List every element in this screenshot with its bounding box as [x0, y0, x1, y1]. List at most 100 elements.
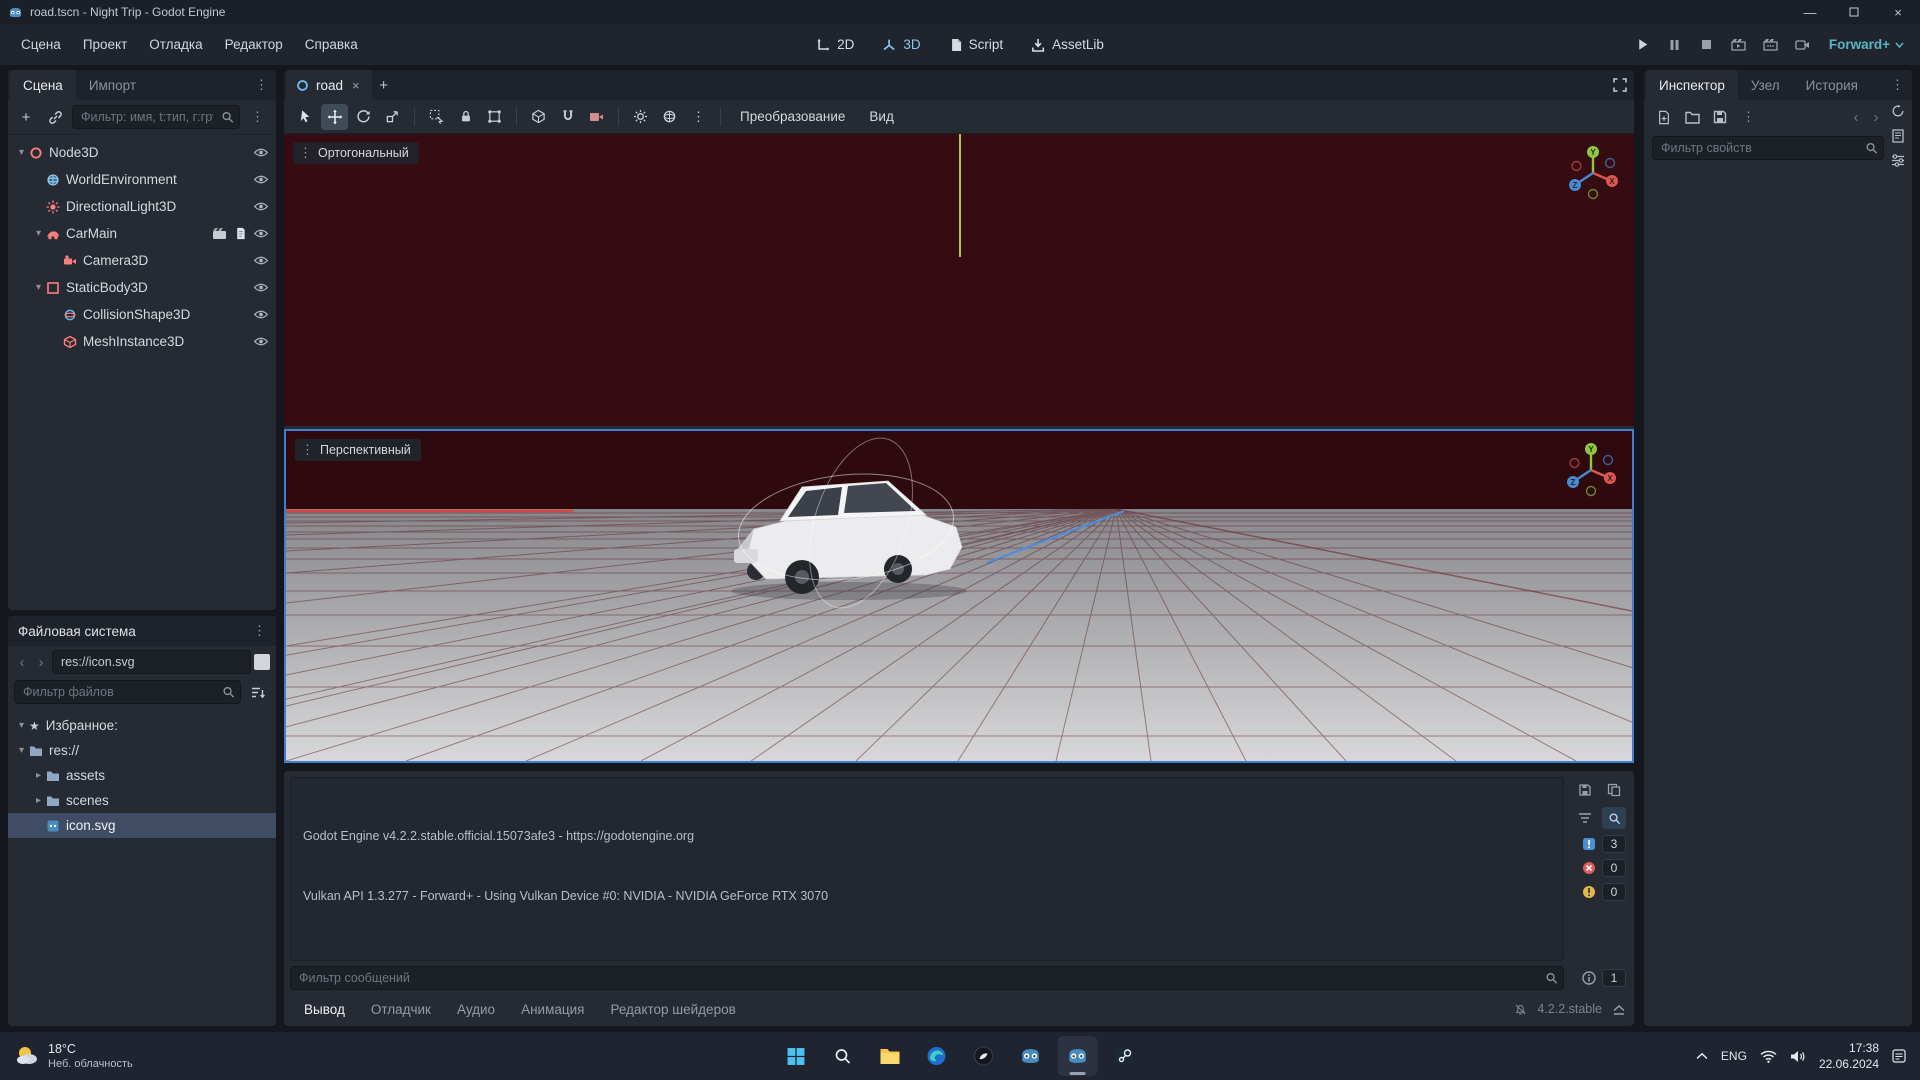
- rotate-tool[interactable]: [350, 104, 377, 130]
- tree-row[interactable]: Camera3D: [8, 247, 276, 274]
- expand-arrow[interactable]: ▾: [31, 282, 46, 293]
- expand-arrow[interactable]: ▾: [14, 745, 29, 756]
- sort-files-icon[interactable]: [246, 680, 270, 704]
- notification-center-icon[interactable]: [1892, 1049, 1906, 1063]
- search-messages-icon[interactable]: [1602, 807, 1626, 829]
- volume-icon[interactable]: [1790, 1050, 1806, 1063]
- close-tab-icon[interactable]: ×: [350, 78, 362, 93]
- tray-chevron-up-icon[interactable]: [1696, 1052, 1708, 1060]
- file-explorer-icon[interactable]: [870, 1036, 910, 1076]
- play-scene-button[interactable]: [1727, 33, 1751, 57]
- list-select-tool[interactable]: [423, 104, 450, 130]
- tab-history[interactable]: История: [1793, 70, 1871, 100]
- notifications-muted-icon[interactable]: [1514, 1003, 1527, 1016]
- load-resource-icon[interactable]: [1680, 105, 1704, 129]
- clock-widget[interactable]: 17:38 22.06.2024: [1819, 1040, 1879, 1072]
- history-back-icon[interactable]: ‹: [1848, 109, 1864, 126]
- collapse-duplicates-icon[interactable]: [1573, 807, 1597, 829]
- dock-options-icon[interactable]: ⋮: [247, 623, 272, 639]
- toggle-bottom-panel-icon[interactable]: [1612, 1003, 1626, 1015]
- tree-row[interactable]: ▾ Node3D: [8, 139, 276, 166]
- visibility-eye-icon[interactable]: [253, 201, 269, 212]
- expand-arrow[interactable]: ▾: [31, 228, 46, 239]
- play-custom-scene-button[interactable]: [1759, 33, 1783, 57]
- tab-output[interactable]: Вывод: [292, 997, 357, 1022]
- workspace-assetlib-button[interactable]: AssetLib: [1021, 32, 1114, 57]
- extra-options-icon[interactable]: ⋮: [685, 104, 712, 130]
- snap-icon[interactable]: [554, 104, 581, 130]
- view-label-chip[interactable]: ⋮ Ортогональный: [293, 142, 419, 164]
- expand-arrow[interactable]: ▸: [31, 770, 46, 781]
- instance-scene-button[interactable]: [43, 105, 67, 129]
- tree-row[interactable]: ▾ ★ Избранное:: [8, 713, 276, 738]
- tab-animation[interactable]: Анимация: [509, 997, 596, 1022]
- tab-debugger[interactable]: Отладчик: [359, 997, 443, 1022]
- minimize-button[interactable]: —: [1788, 0, 1832, 24]
- camera-preview-icon[interactable]: [583, 104, 610, 130]
- movie-maker-button[interactable]: [1791, 33, 1815, 57]
- output-console[interactable]: Godot Engine v4.2.2.stable.official.1507…: [290, 777, 1564, 961]
- tree-row[interactable]: DirectionalLight3D: [8, 193, 276, 220]
- visibility-eye-icon[interactable]: [253, 336, 269, 347]
- axis-gizmo[interactable]: Y X Z: [1560, 439, 1622, 501]
- tree-row[interactable]: ▾ StaticBody3D: [8, 274, 276, 301]
- history-forward-icon[interactable]: ›: [1868, 109, 1884, 126]
- group-icon[interactable]: [481, 104, 508, 130]
- tree-row[interactable]: ▸ scenes: [8, 788, 276, 813]
- start-button[interactable]: [776, 1036, 816, 1076]
- new-scene-tab-button[interactable]: +: [372, 73, 396, 97]
- errors-filter-toggle[interactable]: 0: [1568, 859, 1626, 877]
- resource-options-icon[interactable]: ⋮: [1736, 109, 1761, 125]
- menu-scene[interactable]: Сцена: [10, 31, 72, 58]
- manage-properties-icon[interactable]: [1891, 154, 1905, 167]
- tab-shader-editor[interactable]: Редактор шейдеров: [598, 997, 747, 1022]
- instanced-scene-icon[interactable]: [212, 227, 227, 240]
- visibility-eye-icon[interactable]: [253, 255, 269, 266]
- menu-project[interactable]: Проект: [72, 31, 138, 58]
- tree-row[interactable]: ▾ CarMain: [8, 220, 276, 247]
- tab-audio[interactable]: Аудио: [445, 997, 507, 1022]
- lock-icon[interactable]: [452, 104, 479, 130]
- visibility-eye-icon[interactable]: [253, 174, 269, 185]
- stop-button[interactable]: [1695, 33, 1719, 57]
- steam-app-icon[interactable]: [1105, 1036, 1145, 1076]
- nav-forward-icon[interactable]: ›: [33, 654, 49, 671]
- visibility-eye-icon[interactable]: [253, 228, 269, 239]
- tree-row-selected[interactable]: icon.svg: [8, 813, 276, 838]
- scene-tree-options-icon[interactable]: ⋮: [245, 109, 270, 125]
- visibility-eye-icon[interactable]: [253, 309, 269, 320]
- preview-environment-icon[interactable]: [656, 104, 683, 130]
- tab-node[interactable]: Узел: [1738, 70, 1793, 100]
- round-dark-app-icon[interactable]: [964, 1036, 1004, 1076]
- save-icon[interactable]: [1708, 105, 1732, 129]
- godot-app-icon-active[interactable]: [1058, 1036, 1098, 1076]
- weather-widget[interactable]: 18°C Неб. облачность: [14, 1041, 133, 1072]
- visibility-eye-icon[interactable]: [253, 147, 269, 158]
- close-button[interactable]: ×: [1876, 0, 1920, 24]
- workspace-3d-button[interactable]: 3D: [872, 32, 930, 57]
- scene-filter-input[interactable]: [72, 105, 240, 129]
- scene-tab-road[interactable]: road ×: [286, 70, 372, 100]
- menu-debug[interactable]: Отладка: [138, 31, 213, 58]
- renderer-select[interactable]: Forward+: [1823, 33, 1910, 56]
- add-node-button[interactable]: +: [14, 105, 38, 129]
- tree-row[interactable]: MeshInstance3D: [8, 328, 276, 355]
- copy-log-icon[interactable]: [1602, 779, 1626, 801]
- axis-gizmo[interactable]: Y X Z: [1562, 142, 1624, 204]
- distraction-free-icon[interactable]: [1608, 73, 1632, 97]
- expand-arrow[interactable]: ▸: [31, 795, 46, 806]
- new-resource-icon[interactable]: [1652, 105, 1676, 129]
- tab-inspector[interactable]: Инспектор: [1646, 70, 1738, 100]
- tree-row[interactable]: WorldEnvironment: [8, 166, 276, 193]
- view-menu[interactable]: Вид: [858, 105, 904, 128]
- edge-browser-icon[interactable]: [917, 1036, 957, 1076]
- current-path-field[interactable]: [52, 650, 251, 674]
- menu-help[interactable]: Справка: [294, 31, 369, 58]
- scale-tool[interactable]: [379, 104, 406, 130]
- nav-back-icon[interactable]: ‹: [14, 654, 30, 671]
- tree-row[interactable]: ▸ assets: [8, 763, 276, 788]
- view-menu-icon[interactable]: ⋮: [299, 145, 312, 161]
- view-label-chip[interactable]: ⋮ Перспективный: [295, 439, 421, 461]
- open-docs-icon[interactable]: [1892, 129, 1904, 143]
- view-menu-icon[interactable]: ⋮: [301, 442, 314, 458]
